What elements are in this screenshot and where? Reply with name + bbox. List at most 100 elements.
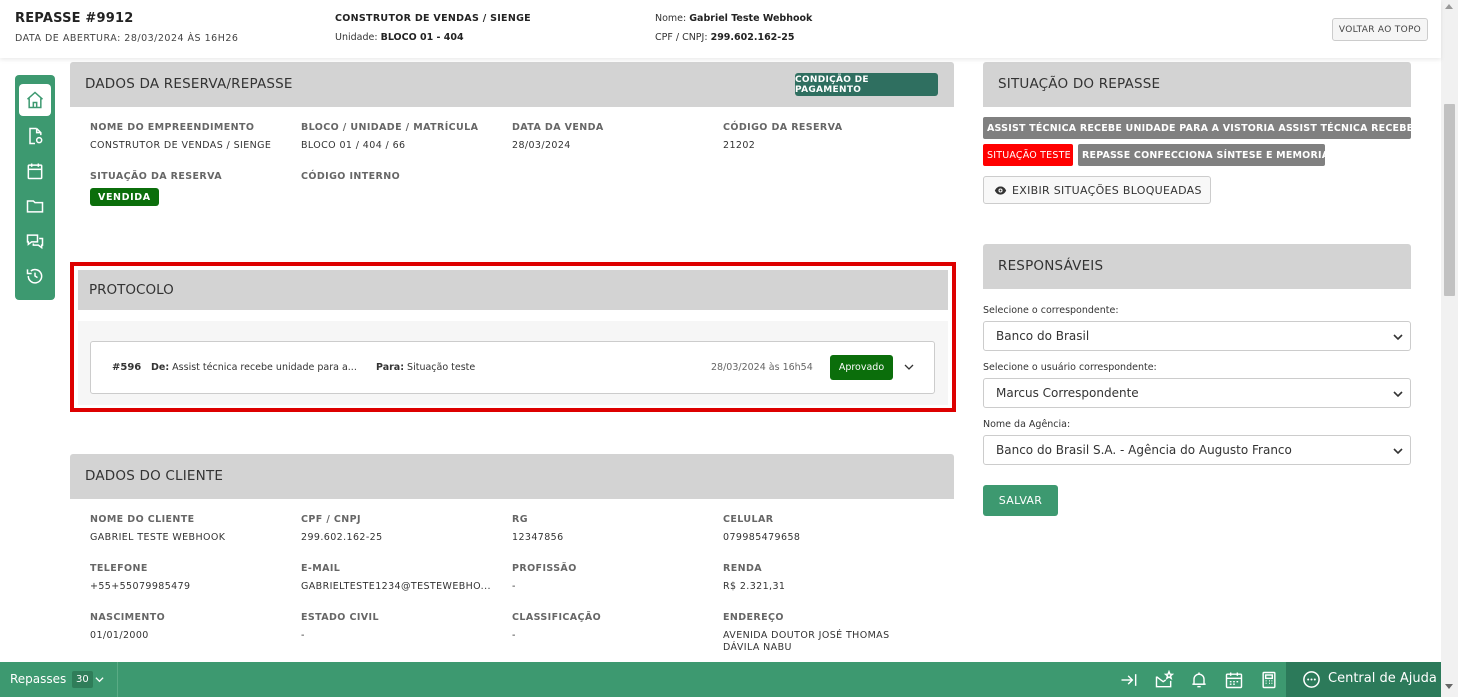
field-label: NOME DO CLIENTE [90, 514, 195, 525]
situacao-header: SITUAÇÃO DO REPASSE [983, 62, 1411, 107]
field-value: GABRIEL TESTE WEBHOOK [90, 532, 226, 543]
chat-bubble-icon [1303, 671, 1320, 688]
payment-condition-button[interactable]: CONDIÇÃO DE PAGAMENTO [795, 73, 938, 96]
field-label: ENDEREÇO [723, 612, 784, 623]
responsaveis-title: RESPONSÁVEIS [998, 258, 1104, 274]
divider [117, 662, 118, 697]
field-label: ESTADO CIVIL [301, 612, 379, 623]
calculator-icon[interactable] [1259, 670, 1279, 690]
field-value: AVENIDA DOUTOR JOSÉ THOMAS DÁVILA NABU [723, 630, 890, 653]
field-label: CÓDIGO DA RESERVA [723, 122, 843, 133]
field-label: TELEFONE [90, 563, 148, 574]
field-value: - [512, 581, 516, 592]
scroll-up-arrow-icon[interactable] [1445, 4, 1453, 9]
chevron-down-icon[interactable] [904, 362, 914, 372]
correspondent-user-select[interactable]: Marcus Correspondente [983, 378, 1411, 408]
field-value: - [301, 630, 305, 641]
field-value: CONSTRUTOR DE VENDAS / SIENGE [90, 140, 272, 151]
protocol-from: De: Assist técnica recebe unidade para a… [151, 362, 357, 373]
chevron-down-icon [1393, 334, 1403, 341]
protocol-number: #596 [112, 362, 142, 373]
chevron-down-icon[interactable] [95, 675, 104, 684]
field-label: CELULAR [723, 514, 774, 525]
show-blocked-situations-button[interactable]: EXIBIR SITUAÇÕES BLOQUEADAS [983, 176, 1211, 204]
field-label: PROFISSÃO [512, 563, 577, 574]
correspondent-user-label: Selecione o usuário correspondente: [983, 362, 1157, 373]
field-value: 12347856 [512, 532, 564, 543]
unit-info: Unidade: BLOCO 01 - 404 [335, 32, 464, 43]
protocol-to: Para: Situação teste [376, 362, 476, 373]
protocol-title: PROTOCOLO [89, 282, 174, 298]
bottom-bar: Repasses 30 Central de Ajuda [0, 662, 1441, 697]
correspondent-select[interactable]: Banco do Brasil [983, 321, 1411, 351]
field-value: - [512, 630, 516, 641]
help-center-label: Central de Ajuda [1328, 671, 1437, 686]
help-center-button[interactable]: Central de Ajuda [1286, 662, 1441, 697]
history-icon[interactable] [24, 265, 46, 287]
favorite-mail-icon[interactable] [1154, 669, 1175, 690]
field-value: +55+55079985479 [90, 581, 191, 592]
field-value: GABRIELTESTE1234@TESTEWEBHO... [301, 581, 491, 592]
field-label: RG [512, 514, 528, 525]
field-label: SITUAÇÃO DA RESERVA [90, 171, 222, 182]
field-label: RENDA [723, 563, 762, 574]
cliente-header: DADOS DO CLIENTE [70, 454, 954, 499]
calendar-icon[interactable] [24, 160, 46, 182]
chevron-down-icon [1393, 448, 1403, 455]
calendar-icon[interactable] [1224, 670, 1244, 690]
reserva-title: DADOS DA RESERVA/REPASSE [85, 76, 293, 92]
show-blocked-label: EXIBIR SITUAÇÕES BLOQUEADAS [1012, 183, 1202, 197]
bell-icon[interactable] [1189, 670, 1209, 690]
eye-icon [994, 185, 1007, 195]
client-name: Nome: Gabriel Teste Webhook [655, 13, 813, 24]
document-settings-icon[interactable] [24, 125, 46, 147]
field-value: 21202 [723, 140, 756, 151]
agency-select[interactable]: Banco do Brasil S.A. - Agência do August… [983, 435, 1411, 465]
cliente-title: DADOS DO CLIENTE [85, 468, 224, 484]
field-label: CPF / CNPJ [301, 514, 361, 525]
status-badge: VENDIDA [90, 188, 159, 206]
field-label: DATA DA VENDA [512, 122, 604, 133]
side-navigation [15, 75, 55, 300]
situation-badge[interactable]: ASSIST TÉCNICA RECEBE UNIDADE PARA A VIS… [983, 117, 1411, 139]
situation-badge[interactable]: SITUAÇÃO TESTE [983, 144, 1073, 166]
page-header: REPASSE #9912 DATA DE ABERTURA: 28/03/20… [0, 0, 1441, 58]
opening-date: DATA DE ABERTURA: 28/03/2024 ÀS 16H26 [15, 33, 239, 44]
situacao-title: SITUAÇÃO DO REPASSE [998, 76, 1161, 92]
page-title: REPASSE #9912 [15, 11, 134, 26]
field-label: BLOCO / UNIDADE / MATRÍCULA [301, 122, 479, 133]
protocol-status-badge: Aprovado [830, 355, 893, 380]
chevron-down-icon [1393, 391, 1403, 398]
field-value: 299.602.162-25 [301, 532, 383, 543]
field-label: CLASSIFICAÇÃO [512, 612, 602, 623]
save-button[interactable]: SALVAR [983, 485, 1058, 516]
field-value: 079985479658 [723, 532, 801, 543]
field-label: E-MAIL [301, 563, 341, 574]
protocol-header: PROTOCOLO [78, 270, 948, 310]
field-value: R$ 2.321,31 [723, 581, 786, 592]
builder-name: CONSTRUTOR DE VENDAS / SIENGE [335, 13, 531, 24]
field-label: NASCIMENTO [90, 612, 166, 623]
repasses-count-badge: 30 [72, 671, 93, 688]
home-icon[interactable] [19, 84, 51, 116]
client-cpf: CPF / CNPJ: 299.602.162-25 [655, 32, 795, 43]
protocol-datetime: 28/03/2024 às 16h54 [711, 362, 813, 373]
protocol-item[interactable]: #596 De: Assist técnica recebe unidade p… [90, 341, 935, 394]
page-scrollbar[interactable] [1441, 0, 1458, 697]
field-value: 28/03/2024 [512, 140, 571, 151]
field-label: CÓDIGO INTERNO [301, 171, 401, 182]
scroll-down-arrow-icon[interactable] [1445, 684, 1453, 689]
back-to-top-button[interactable]: VOLTAR AO TOPO [1332, 18, 1428, 41]
situation-badge[interactable]: REPASSE CONFECCIONA SÍNTESE E MEMORIAL [1078, 144, 1325, 166]
chat-icon[interactable] [24, 230, 46, 252]
field-label: NOME DO EMPREENDIMENTO [90, 122, 255, 133]
field-value: BLOCO 01 / 404 / 66 [301, 140, 406, 151]
collapse-right-icon[interactable] [1119, 670, 1139, 690]
correspondent-label: Selecione o correspondente: [983, 305, 1119, 316]
folder-icon[interactable] [24, 195, 46, 217]
repasses-label[interactable]: Repasses [10, 672, 66, 686]
agency-label: Nome da Agência: [983, 419, 1071, 430]
scroll-thumb[interactable] [1444, 104, 1455, 296]
field-value: 01/01/2000 [90, 630, 149, 641]
responsaveis-header: RESPONSÁVEIS [983, 244, 1411, 289]
